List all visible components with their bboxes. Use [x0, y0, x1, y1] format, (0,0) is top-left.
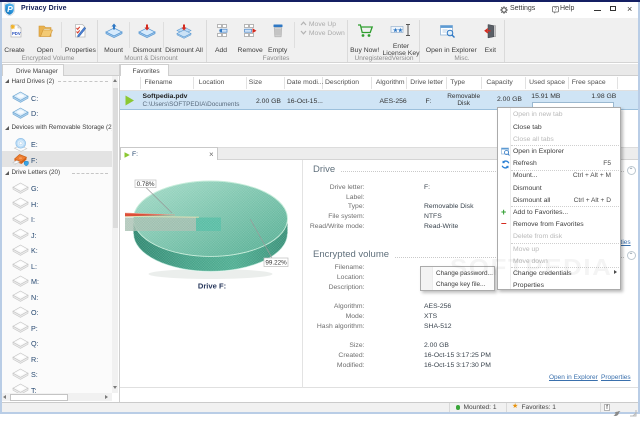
svg-text:❋: ❋ [10, 24, 15, 31]
svg-text:PDV: PDV [12, 31, 21, 36]
svg-text:?: ? [554, 7, 557, 13]
svg-text:P: P [7, 4, 13, 14]
svg-text:Drive F:: Drive F: [198, 282, 226, 291]
svg-text:★★: ★★ [393, 27, 404, 34]
svg-text:0.78%: 0.78% [137, 181, 155, 188]
